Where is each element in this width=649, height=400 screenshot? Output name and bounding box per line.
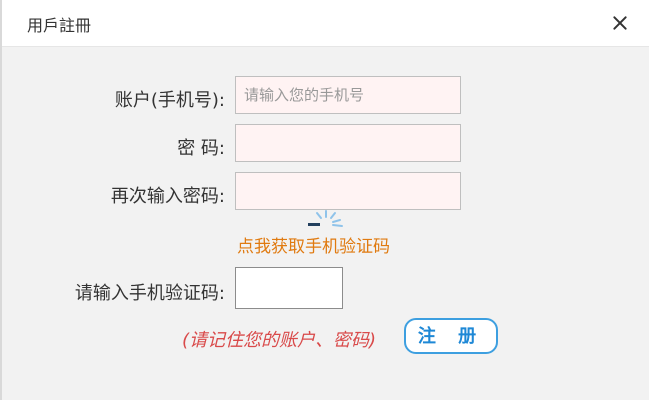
register-button[interactable]: 注 册 bbox=[404, 318, 498, 354]
register-dialog: 用戶註冊 账户(手机号): 密 码: 再次输入密码: 点我获取手机验证码 请输入… bbox=[0, 0, 649, 400]
verification-code-input[interactable] bbox=[235, 267, 343, 309]
confirm-password-input[interactable] bbox=[235, 172, 461, 210]
get-verification-code-link[interactable]: 点我获取手机验证码 bbox=[237, 232, 390, 257]
verification-code-label: 请输入手机验证码: bbox=[74, 283, 225, 304]
password-label: 密 码: bbox=[177, 138, 225, 159]
password-input[interactable] bbox=[235, 124, 461, 162]
dialog-title: 用戶註冊 bbox=[27, 16, 92, 35]
loading-spinner-icon bbox=[308, 210, 343, 227]
account-label: 账户(手机号): bbox=[114, 90, 225, 111]
confirm-password-label: 再次输入密码: bbox=[110, 186, 225, 207]
dialog-titlebar: 用戶註冊 bbox=[2, 0, 649, 47]
remember-note: (请记住您的账户、密码) bbox=[182, 330, 377, 351]
close-icon[interactable] bbox=[609, 12, 631, 34]
phone-input[interactable] bbox=[235, 76, 461, 114]
